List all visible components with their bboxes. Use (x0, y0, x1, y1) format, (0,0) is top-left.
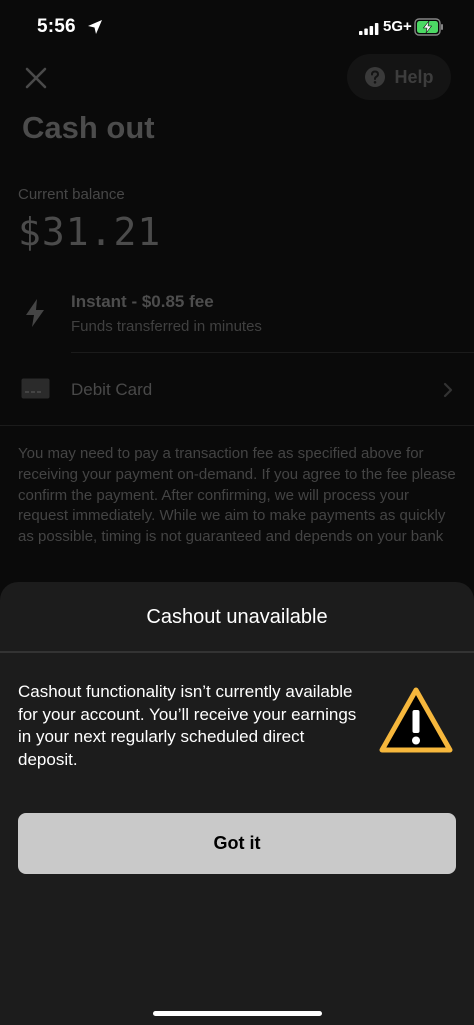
divider (0, 425, 474, 426)
sheet-divider (0, 651, 474, 653)
page-title: Cash out (22, 110, 155, 145)
divider (71, 352, 474, 353)
home-indicator[interactable] (153, 1011, 322, 1016)
help-label: Help (394, 66, 434, 87)
sheet-message: Cashout functionality isn’t currently av… (18, 682, 357, 769)
balance-value: $31.21 (18, 210, 162, 254)
balance-label: Current balance (18, 186, 125, 203)
bolt-icon (24, 298, 46, 328)
card-icon (21, 378, 50, 399)
screen: Help Cash out Current balance $31.21 Ins… (0, 0, 474, 1025)
close-icon[interactable] (24, 66, 48, 90)
chevron-right-icon[interactable] (442, 382, 454, 398)
help-icon (364, 66, 386, 88)
network-label: 5G+ (383, 18, 412, 35)
status-bar: 5:56 5G+ (0, 0, 474, 56)
debit-card-label[interactable]: Debit Card (71, 380, 152, 400)
location-arrow-icon (86, 18, 104, 36)
help-button[interactable]: Help (347, 54, 451, 100)
cashout-unavailable-sheet: Cashout unavailable Cashout functionalit… (0, 582, 474, 1025)
status-time: 5:56 (37, 16, 76, 37)
got-it-button[interactable]: Got it (18, 813, 456, 874)
instant-option-title[interactable]: Instant - $0.85 fee (71, 292, 214, 312)
battery-charging-icon (414, 18, 444, 36)
sheet-title: Cashout unavailable (146, 606, 328, 628)
instant-option-subtitle: Funds transferred in minutes (71, 318, 262, 335)
signal-icon (359, 22, 379, 35)
fee-disclaimer: You may need to pay a transaction fee as… (18, 445, 456, 546)
warning-icon (378, 686, 454, 754)
